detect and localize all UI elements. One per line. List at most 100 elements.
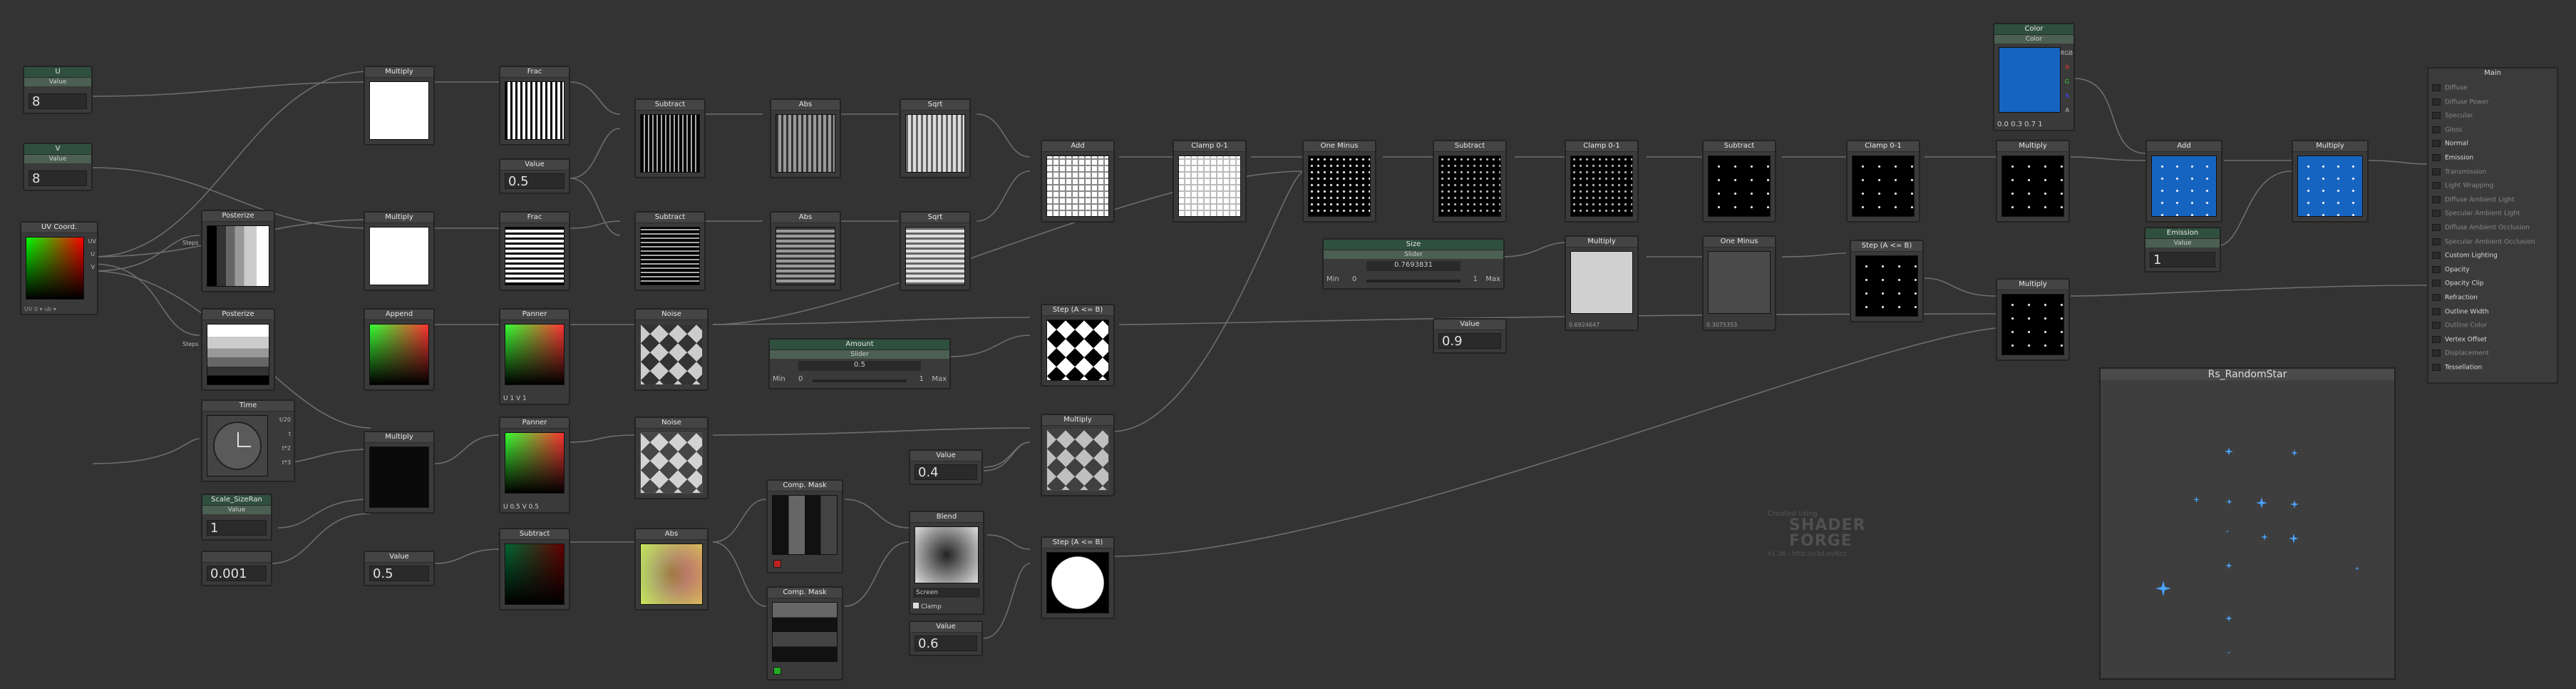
port-g[interactable]: G	[2065, 78, 2069, 85]
u-value-node[interactable]: U Value 8	[23, 66, 93, 114]
one-minus-node[interactable]: One Minus	[1302, 140, 1376, 223]
input-socket-icon[interactable]	[2432, 335, 2441, 343]
blend-node[interactable]: Blend Screen Clamp	[909, 511, 984, 615]
input-socket-icon[interactable]	[2432, 322, 2441, 330]
value-node[interactable]: Value 0.6	[909, 621, 983, 656]
main-input-row[interactable]: Vertex Offset	[2432, 335, 2487, 343]
time-node[interactable]: Time t/20 t t*2 t*3	[201, 399, 295, 482]
port-t2[interactable]: t*2	[282, 445, 291, 451]
multiply-node[interactable]: Multiply 0.6924647	[1565, 235, 1639, 331]
main-input-row[interactable]: Gloss	[2432, 126, 2462, 133]
checkbox-icon[interactable]	[913, 603, 919, 608]
main-input-row[interactable]: Specular Ambient Light	[2432, 210, 2520, 218]
abs-node[interactable]: Abs	[634, 528, 709, 611]
multiply-node[interactable]: Multiply	[364, 66, 435, 146]
scale-size-value-node[interactable]: Scale_SizeRan Value 1	[201, 494, 272, 541]
input-socket-icon[interactable]	[2432, 265, 2441, 273]
port-r[interactable]: R	[2065, 64, 2069, 71]
material-preview-window[interactable]: Rs_RandomStar	[2099, 367, 2396, 680]
slider-min-value[interactable]: 0	[1352, 275, 1356, 283]
posterize-node[interactable]: Posterize	[201, 210, 275, 292]
main-input-row[interactable]: Transmission	[2432, 168, 2486, 175]
step-node[interactable]: Step (A <= B)	[1041, 536, 1115, 619]
value-field[interactable]: 8	[29, 93, 87, 109]
subtract-node[interactable]: Subtract	[1702, 140, 1776, 223]
port-steps[interactable]: Steps	[182, 341, 198, 347]
channel-g-toggle[interactable]	[773, 667, 781, 675]
channel-r-toggle[interactable]	[773, 560, 781, 568]
main-input-row[interactable]: Opacity Clip	[2432, 280, 2483, 287]
port-rgb[interactable]: RGB	[2061, 50, 2073, 56]
main-input-row[interactable]: Opacity	[2432, 265, 2470, 273]
port-steps[interactable]: Steps	[182, 240, 198, 246]
subtract-node[interactable]: Subtract	[499, 528, 570, 611]
multiply-node[interactable]: Multiply	[1996, 278, 2070, 361]
value-field[interactable]: 0.6	[915, 636, 977, 651]
component-mask-node[interactable]: Comp. Mask	[766, 479, 843, 573]
value-field[interactable]: 1	[207, 520, 267, 536]
input-socket-icon[interactable]	[2432, 182, 2441, 190]
uv-channel-select[interactable]: UV 0 ▾ ub ▾	[24, 306, 94, 312]
subtract-node[interactable]: Subtract	[634, 98, 706, 178]
clamp-node[interactable]: Clamp 0-1	[1846, 140, 1920, 223]
multiply-node[interactable]: Multiply	[364, 431, 435, 514]
sqrt-node[interactable]: Sqrt	[900, 211, 971, 291]
input-socket-icon[interactable]	[2432, 252, 2441, 260]
panner-speed[interactable]: U 0.5 V 0.5	[503, 504, 566, 511]
port-uv[interactable]: UV	[88, 238, 96, 245]
input-socket-icon[interactable]	[2432, 294, 2441, 301]
emission-value-node[interactable]: Emission Value 1	[2144, 227, 2221, 272]
main-input-row[interactable]: Light Wrapping	[2432, 182, 2493, 190]
port-t[interactable]: t	[289, 431, 291, 437]
uv-coord-node[interactable]: UV Coord. UV U V UV 0 ▾ ub ▾	[20, 221, 98, 315]
main-input-row[interactable]: Diffuse Power	[2432, 98, 2489, 106]
multiply-node[interactable]: Multiply	[364, 211, 435, 291]
main-output-node[interactable]: Main Diffuse Diffuse Power Specular Gloss No…	[2427, 67, 2558, 384]
slider-value[interactable]: 0.5	[798, 361, 921, 371]
port-v[interactable]: V	[91, 264, 95, 270]
step-node[interactable]: Step (A <= B)	[1850, 240, 1924, 322]
value-node[interactable]: Value 0.9	[1433, 318, 1507, 354]
clamp-node[interactable]: Clamp 0-1	[1565, 140, 1639, 223]
input-socket-icon[interactable]	[2432, 280, 2441, 287]
slider-max-value[interactable]: 1	[1473, 275, 1478, 283]
value-node[interactable]: Value 0.4	[909, 449, 983, 485]
main-input-row[interactable]: Refraction	[2432, 294, 2478, 302]
main-input-row[interactable]: Diffuse Ambient Occlusion	[2432, 224, 2530, 232]
port-u[interactable]: U	[91, 251, 95, 257]
main-input-row[interactable]: Specular Ambient Occlusion	[2432, 238, 2535, 245]
multiply-node[interactable]: Multiply	[1041, 414, 1115, 496]
input-socket-icon[interactable]	[2432, 364, 2441, 371]
value-node[interactable]: 0.001	[201, 551, 272, 586]
add-node[interactable]: Add	[2145, 140, 2222, 223]
frac-node[interactable]: Frac	[499, 211, 570, 291]
step-node[interactable]: Step (A <= B)	[1041, 304, 1115, 387]
input-socket-icon[interactable]	[2432, 140, 2441, 148]
noise-node[interactable]: Noise	[634, 417, 709, 499]
main-input-row[interactable]: Custom Lighting	[2432, 252, 2498, 260]
component-mask-node[interactable]: Comp. Mask	[766, 586, 843, 680]
input-socket-icon[interactable]	[2432, 126, 2441, 133]
abs-node[interactable]: Abs	[770, 98, 841, 178]
amount-slider-node[interactable]: Amount Slider 0.5 Min 0 1 Max	[768, 338, 951, 389]
port-b[interactable]: B	[2066, 93, 2070, 99]
main-input-row[interactable]: Emission	[2432, 154, 2473, 162]
posterize-node[interactable]: Posterize	[201, 308, 275, 391]
port-t20[interactable]: t/20	[279, 417, 291, 423]
subtract-node[interactable]: Subtract	[1433, 140, 1507, 223]
port-a[interactable]: A	[2066, 107, 2069, 113]
slider-track[interactable]	[813, 379, 907, 382]
value-field[interactable]: 0.5	[369, 566, 429, 581]
preview-viewport[interactable]	[2101, 382, 2394, 678]
panner-speed[interactable]: U 1 V 1	[503, 395, 566, 402]
input-socket-icon[interactable]	[2432, 154, 2441, 161]
value-node[interactable]: Value 0.5	[364, 551, 435, 586]
noise-node[interactable]: Noise	[634, 308, 709, 391]
multiply-node[interactable]: Multiply	[2292, 140, 2369, 223]
input-socket-icon[interactable]	[2432, 168, 2441, 175]
main-input-row[interactable]: Specular	[2432, 112, 2473, 120]
value-field[interactable]: 0.001	[207, 566, 267, 581]
clamp-node[interactable]: Clamp 0-1	[1173, 140, 1247, 223]
main-input-row[interactable]: Outline Width	[2432, 307, 2489, 315]
size-slider-node[interactable]: Size Slider 0.7693831 Min 0 1 Max	[1322, 238, 1505, 290]
